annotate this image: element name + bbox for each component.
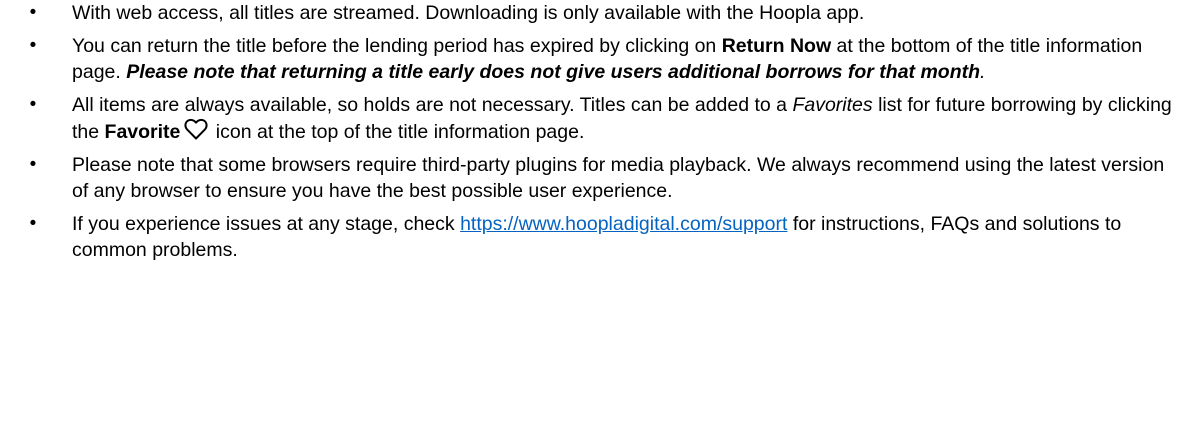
list-item: • You can return the title before the le…: [0, 33, 1199, 85]
bullet-marker: •: [29, 213, 37, 234]
item-text: You can return the title before the lend…: [72, 35, 722, 57]
list-item: • All items are always available, so hol…: [0, 92, 1199, 145]
bullet-list: • With web access, all titles are stream…: [0, 0, 1199, 263]
note-emphasis: Please note that returning a title early…: [126, 61, 981, 83]
item-text: All items are always available, so holds…: [72, 94, 793, 116]
item-text: icon at the top of the title information…: [210, 121, 585, 143]
item-text: If you experience issues at any stage, c…: [72, 213, 461, 235]
support-link[interactable]: https://www.hoopladigital.com/support: [460, 213, 787, 235]
bullet-marker: •: [29, 35, 37, 56]
item-text: Please note that some browsers require t…: [72, 154, 1165, 202]
note-end: .: [980, 61, 986, 83]
favorite-label: Favorite: [104, 121, 181, 143]
list-item: • With web access, all titles are stream…: [0, 0, 1199, 26]
document-page: • With web access, all titles are stream…: [0, 0, 1199, 434]
bullet-marker: •: [29, 154, 37, 175]
favorites-label: Favorites: [792, 94, 873, 116]
bullet-marker: •: [29, 2, 37, 23]
bullet-marker: •: [29, 94, 37, 115]
item-text: With web access, all titles are streamed…: [72, 2, 865, 24]
list-item: • If you experience issues at any stage,…: [0, 211, 1199, 263]
list-item: • Please note that some browsers require…: [0, 152, 1199, 204]
heart-outline-icon: [184, 118, 208, 140]
return-now-label: Return Now: [721, 35, 832, 57]
